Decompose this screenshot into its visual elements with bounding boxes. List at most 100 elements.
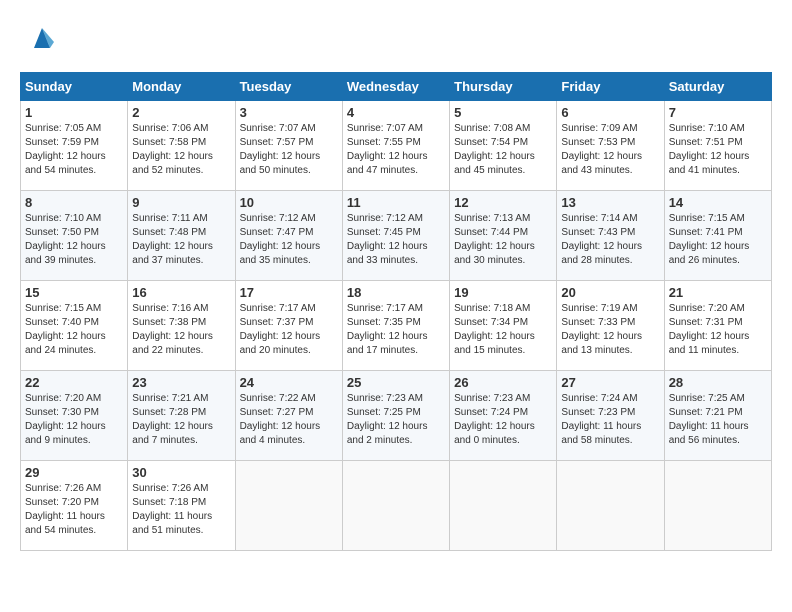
- calendar-day-empty: [664, 461, 771, 551]
- day-info: Sunrise: 7:12 AMSunset: 7:47 PMDaylight:…: [240, 212, 338, 268]
- calendar-day-12: 12 Sunrise: 7:13 AMSunset: 7:44 PMDayligh…: [450, 191, 557, 281]
- day-number: 24: [240, 375, 338, 390]
- calendar-day-empty: [342, 461, 449, 551]
- calendar-day-16: 16 Sunrise: 7:16 AMSunset: 7:38 PMDayligh…: [128, 281, 235, 371]
- calendar-day-3: 3Sunrise: 7:07 AMSunset: 7:57 PMDaylight…: [235, 101, 342, 191]
- calendar-day-20: 20 Sunrise: 7:19 AMSunset: 7:33 PMDayligh…: [557, 281, 664, 371]
- col-header-thursday: Thursday: [450, 73, 557, 101]
- day-info: Sunrise: 7:19 AMSunset: 7:33 PMDaylight:…: [561, 302, 659, 358]
- day-info: Sunrise: 7:07 AMSunset: 7:57 PMDaylight:…: [240, 122, 338, 178]
- calendar-day-10: 10 Sunrise: 7:12 AMSunset: 7:47 PMDayligh…: [235, 191, 342, 281]
- day-number: 18: [347, 285, 445, 300]
- calendar-day-29: 29 Sunrise: 7:26 AMSunset: 7:20 PMDayligh…: [21, 461, 128, 551]
- day-number: 15: [25, 285, 123, 300]
- calendar-day-6: 6 Sunrise: 7:09 AMSunset: 7:53 PMDaylight…: [557, 101, 664, 191]
- calendar-day-empty: [450, 461, 557, 551]
- day-info: Sunrise: 7:26 AMSunset: 7:20 PMDaylight:…: [25, 482, 123, 538]
- day-number: 16: [132, 285, 230, 300]
- day-info: Sunrise: 7:17 AMSunset: 7:37 PMDaylight:…: [240, 302, 338, 358]
- calendar-day-14: 14Sunrise: 7:15 AMSunset: 7:41 PMDayligh…: [664, 191, 771, 281]
- day-info: Sunrise: 7:10 AMSunset: 7:50 PMDaylight:…: [25, 212, 123, 268]
- calendar-week-row: 8 Sunrise: 7:10 AMSunset: 7:50 PMDaylight…: [21, 191, 772, 281]
- col-header-friday: Friday: [557, 73, 664, 101]
- day-number: 25: [347, 375, 445, 390]
- day-info: Sunrise: 7:13 AMSunset: 7:44 PMDaylight:…: [454, 212, 552, 268]
- day-info: Sunrise: 7:17 AMSunset: 7:35 PMDaylight:…: [347, 302, 445, 358]
- calendar-day-11: 11 Sunrise: 7:12 AMSunset: 7:45 PMDayligh…: [342, 191, 449, 281]
- day-info: Sunrise: 7:08 AMSunset: 7:54 PMDaylight:…: [454, 122, 552, 178]
- calendar-day-28: 28Sunrise: 7:25 AMSunset: 7:21 PMDayligh…: [664, 371, 771, 461]
- day-info: Sunrise: 7:22 AMSunset: 7:27 PMDaylight:…: [240, 392, 338, 448]
- calendar-day-18: 18 Sunrise: 7:17 AMSunset: 7:35 PMDayligh…: [342, 281, 449, 371]
- day-number: 27: [561, 375, 659, 390]
- calendar-day-24: 24 Sunrise: 7:22 AMSunset: 7:27 PMDayligh…: [235, 371, 342, 461]
- day-number: 23: [132, 375, 230, 390]
- day-info: Sunrise: 7:15 AMSunset: 7:41 PMDaylight:…: [669, 212, 767, 268]
- day-number: 13: [561, 195, 659, 210]
- calendar-day-30: 30 Sunrise: 7:26 AMSunset: 7:18 PMDayligh…: [128, 461, 235, 551]
- calendar-day-27: 27 Sunrise: 7:24 AMSunset: 7:23 PMDayligh…: [557, 371, 664, 461]
- day-number: 30: [132, 465, 230, 480]
- calendar-day-7: 7 Sunrise: 7:10 AMSunset: 7:51 PMDaylight…: [664, 101, 771, 191]
- day-info: Sunrise: 7:24 AMSunset: 7:23 PMDaylight:…: [561, 392, 659, 448]
- calendar-day-empty: [557, 461, 664, 551]
- day-number: 8: [25, 195, 123, 210]
- calendar-day-19: 19 Sunrise: 7:18 AMSunset: 7:34 PMDayligh…: [450, 281, 557, 371]
- calendar-table: SundayMondayTuesdayWednesdayThursdayFrid…: [20, 72, 772, 551]
- day-number: 5: [454, 105, 552, 120]
- logo-icon: [24, 20, 60, 56]
- day-info: Sunrise: 7:14 AMSunset: 7:43 PMDaylight:…: [561, 212, 659, 268]
- col-header-tuesday: Tuesday: [235, 73, 342, 101]
- day-info: Sunrise: 7:23 AMSunset: 7:25 PMDaylight:…: [347, 392, 445, 448]
- calendar-day-15: 15 Sunrise: 7:15 AMSunset: 7:40 PMDayligh…: [21, 281, 128, 371]
- logo: [20, 20, 60, 56]
- calendar-day-4: 4 Sunrise: 7:07 AMSunset: 7:55 PMDaylight…: [342, 101, 449, 191]
- day-number: 19: [454, 285, 552, 300]
- day-info: Sunrise: 7:26 AMSunset: 7:18 PMDaylight:…: [132, 482, 230, 538]
- day-number: 17: [240, 285, 338, 300]
- day-info: Sunrise: 7:15 AMSunset: 7:40 PMDaylight:…: [25, 302, 123, 358]
- day-number: 12: [454, 195, 552, 210]
- col-header-monday: Monday: [128, 73, 235, 101]
- day-number: 29: [25, 465, 123, 480]
- day-info: Sunrise: 7:20 AMSunset: 7:30 PMDaylight:…: [25, 392, 123, 448]
- day-info: Sunrise: 7:18 AMSunset: 7:34 PMDaylight:…: [454, 302, 552, 358]
- day-number: 7: [669, 105, 767, 120]
- day-info: Sunrise: 7:10 AMSunset: 7:51 PMDaylight:…: [669, 122, 767, 178]
- calendar-week-row: 15 Sunrise: 7:15 AMSunset: 7:40 PMDayligh…: [21, 281, 772, 371]
- day-number: 2: [132, 105, 230, 120]
- day-number: 4: [347, 105, 445, 120]
- calendar-day-17: 17 Sunrise: 7:17 AMSunset: 7:37 PMDayligh…: [235, 281, 342, 371]
- day-number: 11: [347, 195, 445, 210]
- day-info: Sunrise: 7:07 AMSunset: 7:55 PMDaylight:…: [347, 122, 445, 178]
- calendar-week-row: 29 Sunrise: 7:26 AMSunset: 7:20 PMDayligh…: [21, 461, 772, 551]
- day-info: Sunrise: 7:11 AMSunset: 7:48 PMDaylight:…: [132, 212, 230, 268]
- day-number: 10: [240, 195, 338, 210]
- calendar-day-23: 23 Sunrise: 7:21 AMSunset: 7:28 PMDayligh…: [128, 371, 235, 461]
- day-info: Sunrise: 7:05 AMSunset: 7:59 PMDaylight:…: [25, 122, 123, 178]
- day-number: 6: [561, 105, 659, 120]
- day-number: 20: [561, 285, 659, 300]
- calendar-day-5: 5 Sunrise: 7:08 AMSunset: 7:54 PMDaylight…: [450, 101, 557, 191]
- col-header-saturday: Saturday: [664, 73, 771, 101]
- calendar-header-row: SundayMondayTuesdayWednesdayThursdayFrid…: [21, 73, 772, 101]
- day-info: Sunrise: 7:25 AMSunset: 7:21 PMDaylight:…: [669, 392, 767, 448]
- calendar-week-row: 1 Sunrise: 7:05 AMSunset: 7:59 PMDaylight…: [21, 101, 772, 191]
- day-info: Sunrise: 7:09 AMSunset: 7:53 PMDaylight:…: [561, 122, 659, 178]
- day-number: 9: [132, 195, 230, 210]
- day-info: Sunrise: 7:06 AMSunset: 7:58 PMDaylight:…: [132, 122, 230, 178]
- calendar-day-25: 25 Sunrise: 7:23 AMSunset: 7:25 PMDayligh…: [342, 371, 449, 461]
- calendar-day-26: 26 Sunrise: 7:23 AMSunset: 7:24 PMDayligh…: [450, 371, 557, 461]
- day-number: 21: [669, 285, 767, 300]
- day-info: Sunrise: 7:12 AMSunset: 7:45 PMDaylight:…: [347, 212, 445, 268]
- day-number: 22: [25, 375, 123, 390]
- day-info: Sunrise: 7:21 AMSunset: 7:28 PMDaylight:…: [132, 392, 230, 448]
- calendar-week-row: 22 Sunrise: 7:20 AMSunset: 7:30 PMDayligh…: [21, 371, 772, 461]
- day-number: 26: [454, 375, 552, 390]
- calendar-day-empty: [235, 461, 342, 551]
- day-info: Sunrise: 7:16 AMSunset: 7:38 PMDaylight:…: [132, 302, 230, 358]
- day-number: 1: [25, 105, 123, 120]
- day-info: Sunrise: 7:23 AMSunset: 7:24 PMDaylight:…: [454, 392, 552, 448]
- col-header-sunday: Sunday: [21, 73, 128, 101]
- calendar-day-1: 1 Sunrise: 7:05 AMSunset: 7:59 PMDaylight…: [21, 101, 128, 191]
